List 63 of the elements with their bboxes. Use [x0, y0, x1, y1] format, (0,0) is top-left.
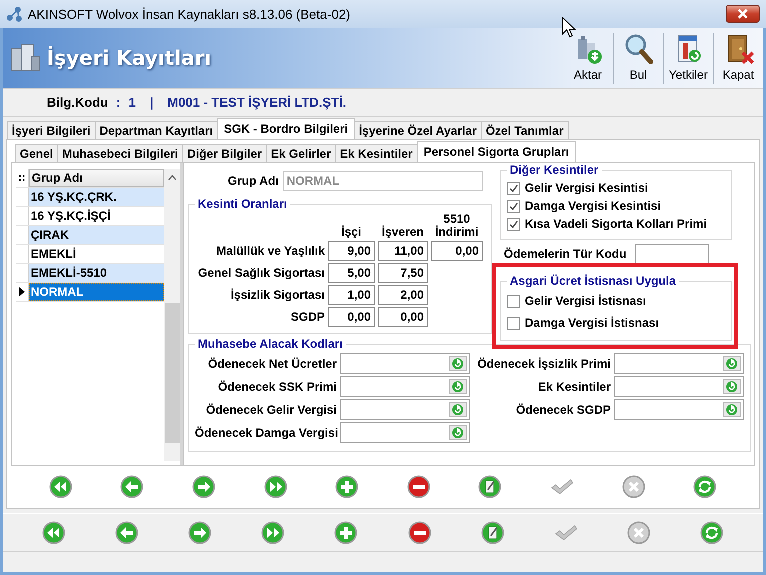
field-label: Genel Sağlık Sigortası	[197, 266, 325, 280]
field-label: Malüllük ve Yaşlılık	[215, 244, 325, 258]
toolbar-button[interactable]: Kapat	[713, 33, 763, 84]
page-title: İşyeri Kayıtları	[47, 46, 212, 70]
column-header: İşveren	[380, 226, 426, 239]
rate-field[interactable]: 5,00	[328, 263, 375, 283]
window-title: AKINSOFT Wolvox İnsan Kaynakları s8.13.06 (Beta-02)	[28, 6, 350, 22]
toolbar-button[interactable]: Yetkiler	[663, 33, 713, 84]
separator-text: :	[116, 95, 121, 110]
rate-field[interactable]: 0,00	[378, 307, 428, 327]
toolbar-button[interactable]: Aktar	[563, 33, 613, 84]
column-header: 5510 İndirimi	[434, 213, 480, 239]
group-title: Diğer Kesintiler	[509, 163, 600, 177]
field-label: SGDP	[290, 310, 325, 324]
tab[interactable]: Personel Sigorta Grupları	[416, 141, 576, 162]
rate-field[interactable]: 7,50	[378, 263, 428, 283]
checkbox-label[interactable]: Gelir Vergisi İstisnası	[525, 294, 646, 308]
field-label: Ödenecek İşsizlik Primi	[476, 356, 611, 370]
rate-field[interactable]: 2,00	[378, 285, 428, 305]
group-row[interactable]: ÇIRAK	[29, 226, 164, 244]
tab[interactable]: Diğer Bilgiler	[182, 144, 268, 162]
checkbox-label[interactable]: Kısa Vadeli Sigorta Kolları Primi	[525, 217, 708, 231]
tab[interactable]: İşyerine Özel Ayarlar	[354, 121, 482, 139]
code-value: 1	[128, 95, 136, 110]
column-header[interactable]: Grup Adı	[29, 169, 164, 187]
rate-field[interactable]: 0,00	[431, 241, 483, 261]
group-row[interactable]: 16 YŞ.KÇ.ÇRK.	[29, 188, 164, 206]
rate-field[interactable]: 11,00	[378, 241, 428, 261]
rate-field[interactable]: 9,00	[328, 241, 375, 261]
rate-field[interactable]: 1,00	[328, 285, 375, 305]
tab[interactable]: Genel	[15, 144, 58, 162]
tab[interactable]: SGK - Bordro Bilgileri	[217, 118, 356, 139]
field-label: Ek Kesintiler	[537, 380, 611, 394]
field-label: Ödenecek Damga Vergisi	[195, 426, 337, 440]
group-row[interactable]: 16 YŞ.KÇ.İŞÇİ	[29, 207, 164, 225]
checkbox-label[interactable]: Gelir Vergisi Kesintisi	[525, 181, 648, 195]
checkbox-label[interactable]: Damga Vergisi Kesintisi	[525, 199, 662, 213]
group-title: Kesinti Oranları	[197, 197, 288, 211]
toolbar-button[interactable]: Bul	[613, 33, 663, 84]
group-row[interactable]: NORMAL	[29, 283, 164, 301]
group-title: Muhasebe Alacak Kodları	[197, 337, 344, 351]
tab[interactable]: Ek Kesintiler	[335, 144, 418, 162]
checkbox-label[interactable]: Damga Vergisi İstisnası	[525, 316, 660, 330]
tab[interactable]: Özel Tanımlar	[480, 121, 569, 139]
rate-field[interactable]: 0,00	[328, 307, 375, 327]
group-row[interactable]: EMEKLİ	[29, 245, 164, 263]
tab[interactable]: Ek Gelirler	[266, 144, 336, 162]
field-label: Grup Adı	[228, 174, 279, 188]
field-label: Ödemelerin Tür Kodu	[504, 247, 627, 261]
tab[interactable]: İşyeri Bilgileri	[7, 121, 96, 139]
tab[interactable]: Departman Kayıtları	[94, 121, 218, 139]
field-label: Ödenecek Gelir Vergisi	[205, 402, 337, 416]
company-name: M001 - TEST İŞYERİ LTD.ŞTİ.	[168, 95, 347, 110]
group-title: Asgari Ücret İstisnası Uygula	[509, 274, 678, 288]
divider-text: |	[150, 95, 154, 110]
column-header: İşçi	[340, 226, 362, 239]
tab[interactable]: Muhasebeci Bilgileri	[57, 144, 184, 162]
field-label: Ödenecek SGDP	[515, 402, 611, 416]
field-label: Ödenecek SSK Primi	[217, 380, 337, 394]
code-label: Bilg.Kodu	[47, 95, 108, 110]
field-label: Ödenecek Net Ücretler	[207, 356, 337, 370]
field-label: İşsizlik Sigortası	[230, 288, 325, 302]
group-row[interactable]: EMEKLİ-5510	[29, 264, 164, 282]
